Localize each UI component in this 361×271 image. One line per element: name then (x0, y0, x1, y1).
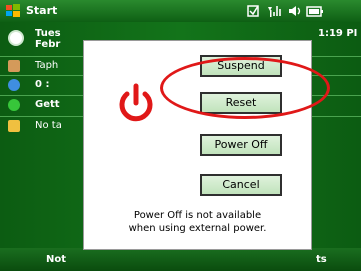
power-off-note: Power Off is not available when using ex… (84, 209, 311, 235)
connectivity-icon[interactable] (247, 3, 259, 19)
cancel-button[interactable]: Cancel (200, 174, 282, 196)
getting-started-label: Gett (35, 99, 60, 110)
messages-label: 0 : (35, 79, 50, 90)
signal-icon[interactable] (266, 3, 284, 19)
reset-button[interactable]: Reset (200, 92, 282, 114)
right-softkey[interactable]: ts (316, 254, 327, 265)
softkey-bar: Not ts (0, 248, 361, 271)
suspend-button[interactable]: Suspend (200, 55, 282, 77)
owner-icon (8, 60, 20, 72)
tasks-icon (8, 120, 20, 132)
date-line2: Febr (35, 39, 61, 50)
date-line1: Tues (35, 28, 61, 39)
battery-icon[interactable] (306, 3, 324, 19)
volume-icon[interactable] (287, 3, 303, 19)
start-menu-label[interactable]: Start (26, 4, 57, 17)
windows-flag-icon[interactable] (5, 3, 21, 19)
getting-started-icon (8, 99, 20, 111)
left-softkey[interactable]: Not (46, 254, 66, 265)
time-label: 1:19 PI (318, 28, 358, 39)
owner-label: Taph (35, 60, 59, 71)
clock-icon (8, 30, 24, 46)
power-dialog: Suspend Reset Power Off Cancel Power Off… (83, 40, 312, 250)
messaging-icon (8, 79, 20, 91)
note-line1: Power Off is not available (133, 210, 262, 221)
tasks-label: No ta (35, 120, 62, 131)
power-icon (119, 83, 153, 122)
power-off-button[interactable]: Power Off (200, 134, 282, 156)
title-bar: Start (0, 0, 361, 22)
note-line2: when using external power. (128, 223, 267, 234)
